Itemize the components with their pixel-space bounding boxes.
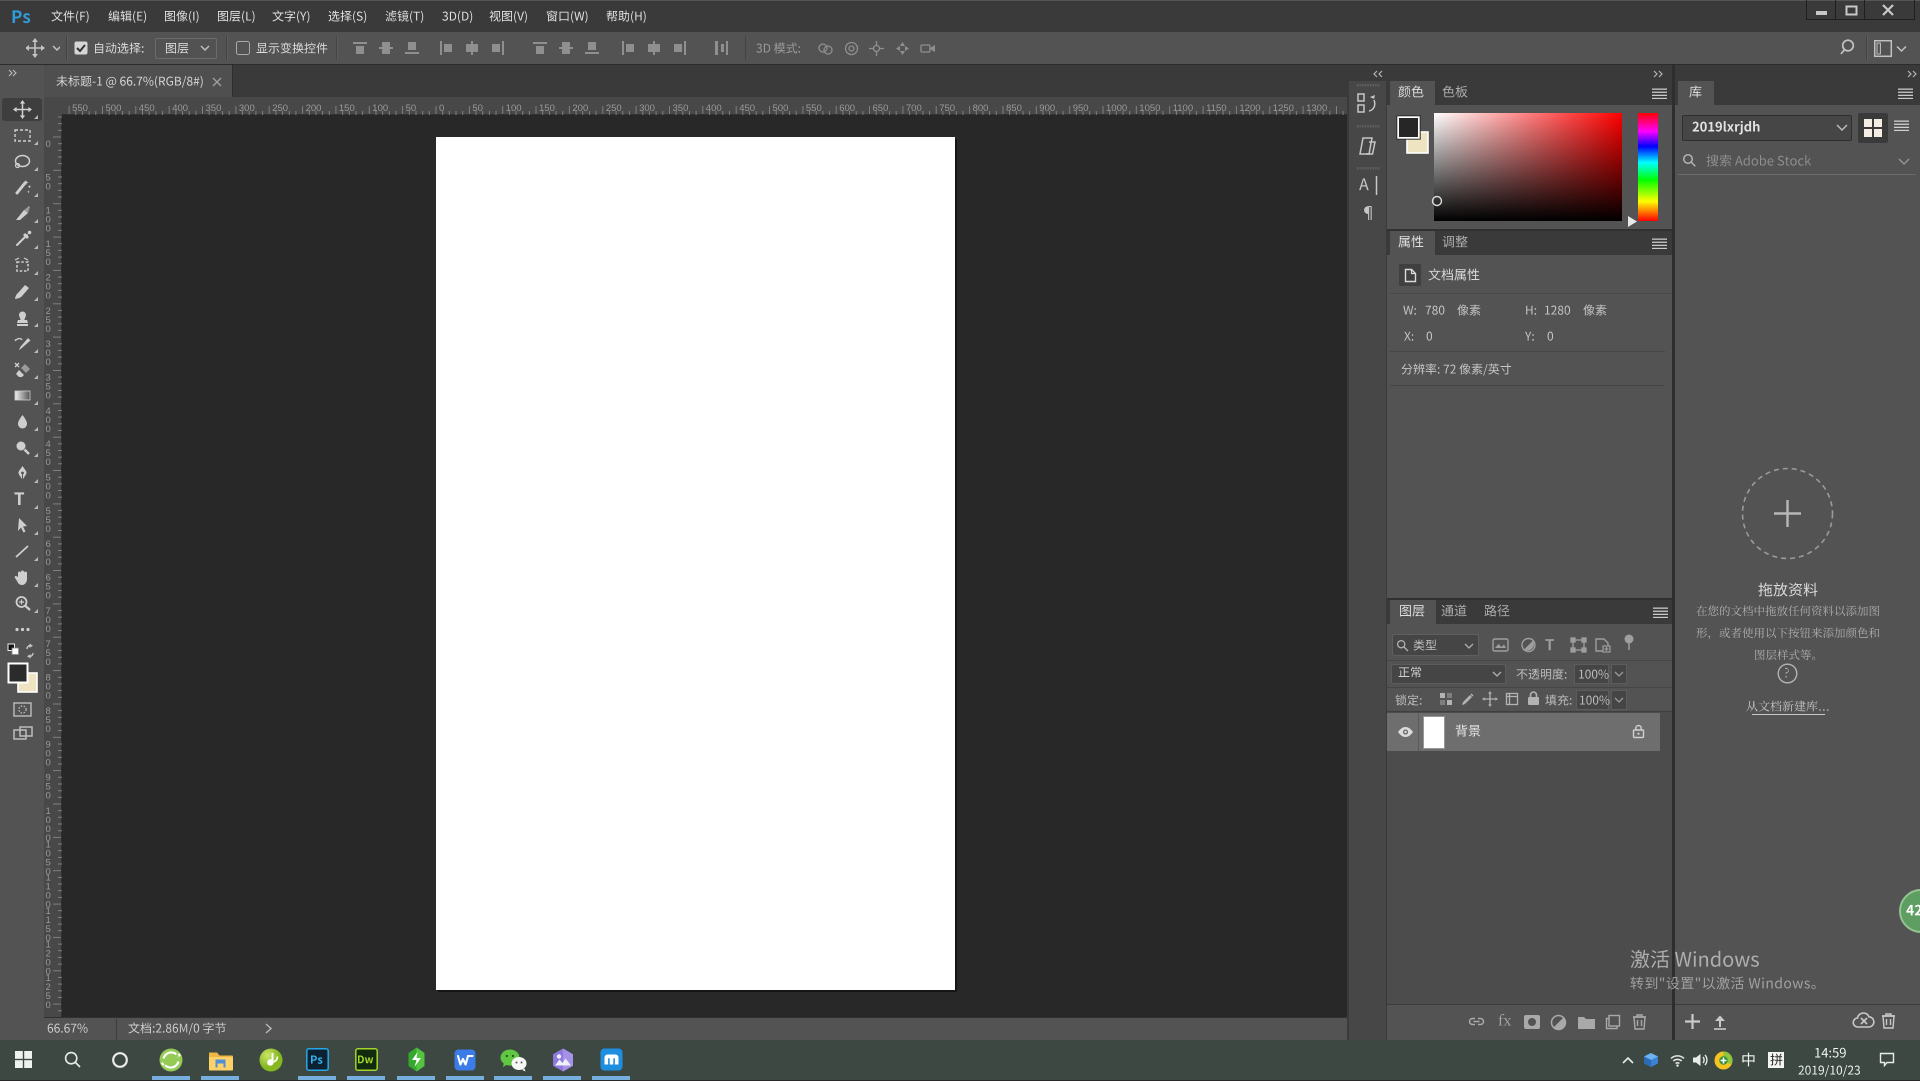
svg-text:0: 0: [46, 1000, 51, 1011]
svg-text:0: 0: [46, 257, 51, 268]
svg-text:0: 0: [46, 181, 51, 192]
svg-text:0: 0: [46, 591, 51, 602]
svg-text:0: 0: [46, 224, 51, 235]
svg-text:0: 0: [46, 624, 51, 635]
svg-text:0: 0: [46, 791, 51, 802]
svg-text:0: 0: [46, 724, 51, 735]
svg-text:0: 0: [46, 557, 51, 568]
svg-text:0: 0: [46, 524, 51, 535]
svg-text:0: 0: [46, 691, 51, 702]
svg-text:0: 0: [46, 424, 51, 435]
svg-text:0: 0: [46, 357, 51, 368]
svg-text:0: 0: [46, 657, 51, 668]
svg-text:0: 0: [46, 391, 51, 402]
svg-text:0: 0: [46, 139, 51, 150]
svg-text:0: 0: [46, 290, 51, 301]
svg-text:0: 0: [46, 457, 51, 468]
svg-text:0: 0: [46, 324, 51, 335]
svg-text:0: 0: [46, 491, 51, 502]
svg-text:0: 0: [46, 757, 51, 768]
